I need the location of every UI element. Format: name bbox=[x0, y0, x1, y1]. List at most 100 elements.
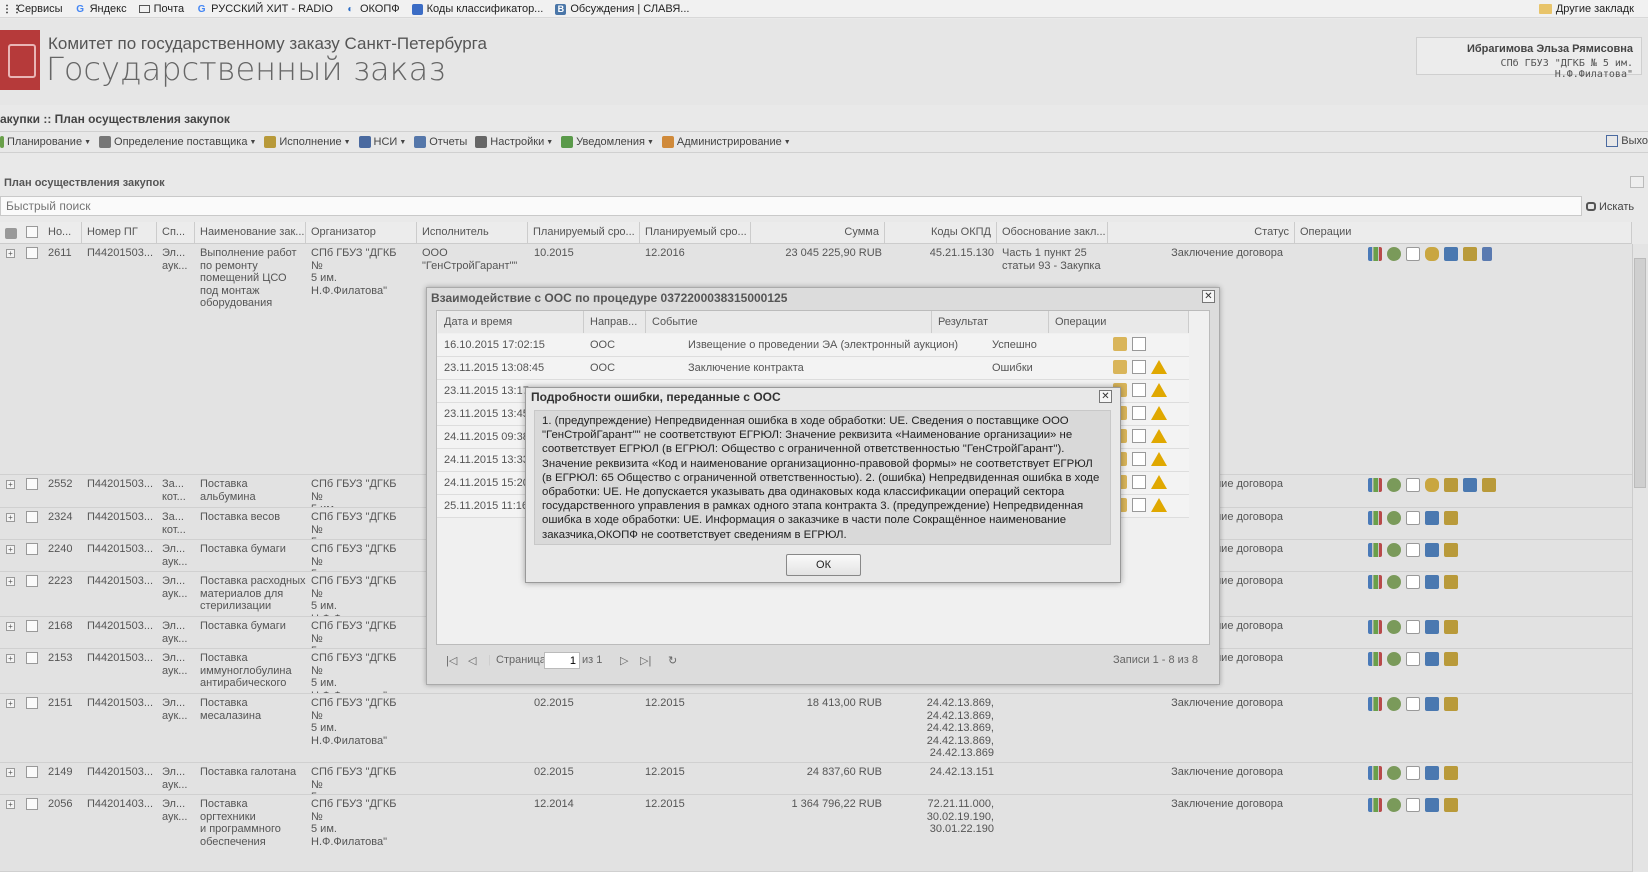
menu-item[interactable]: Планирование ▼ bbox=[0, 132, 91, 152]
scrollbar-thumb[interactable] bbox=[1634, 258, 1646, 488]
save-icon[interactable] bbox=[1425, 766, 1439, 780]
table-row[interactable]: +2151 П44201503... Эл... аук... Поставка ме… bbox=[0, 694, 1632, 763]
row-checkbox[interactable] bbox=[26, 511, 38, 523]
settings-icon[interactable] bbox=[1387, 766, 1401, 780]
expand-icon[interactable]: + bbox=[6, 768, 15, 777]
book-icon[interactable] bbox=[1444, 652, 1458, 666]
row-checkbox[interactable] bbox=[26, 543, 38, 555]
column-header[interactable]: Коды ОКПД bbox=[885, 222, 997, 244]
settings-icon[interactable] bbox=[1387, 620, 1401, 634]
document-icon[interactable] bbox=[1406, 543, 1420, 557]
chart-icon[interactable] bbox=[1368, 247, 1382, 261]
column-header[interactable]: Операции bbox=[1295, 222, 1632, 244]
menu-item[interactable]: Настройки ▼ bbox=[475, 132, 553, 152]
settings-icon[interactable] bbox=[1387, 511, 1401, 525]
document-icon[interactable] bbox=[1406, 511, 1420, 525]
user-info[interactable]: Ибрагимова Эльза Рямисовна СПб ГБУЗ "ДГК… bbox=[1416, 37, 1642, 80]
document-icon[interactable] bbox=[1132, 406, 1146, 420]
dialog-column-header[interactable]: Направ... bbox=[584, 311, 646, 333]
quick-search-input[interactable] bbox=[0, 196, 1582, 216]
warning-icon[interactable] bbox=[1151, 475, 1167, 489]
expand-icon[interactable]: + bbox=[6, 249, 15, 258]
document-icon[interactable] bbox=[1406, 697, 1420, 711]
bookmark-item[interactable]: Коды классификатор... bbox=[411, 0, 543, 18]
document-icon[interactable] bbox=[1132, 429, 1146, 443]
row-checkbox[interactable] bbox=[26, 697, 38, 709]
table-row[interactable]: +2056 П44201403... Эл... аук... Поставка ор… bbox=[0, 795, 1632, 872]
menu-item[interactable]: НСИ ▼ bbox=[358, 132, 406, 152]
document-icon[interactable] bbox=[1132, 452, 1146, 466]
prev-page-icon[interactable]: ◁ bbox=[468, 654, 476, 667]
document-icon[interactable] bbox=[1406, 478, 1420, 492]
filter-clear-icon[interactable] bbox=[5, 228, 17, 239]
chart-icon[interactable] bbox=[1368, 652, 1382, 666]
save-icon[interactable] bbox=[1444, 247, 1458, 261]
column-header[interactable]: Наименование зак... bbox=[195, 222, 306, 244]
bookmark-item[interactable]: B Обсуждения | СЛАВЯ... bbox=[555, 0, 689, 18]
dialog-column-header[interactable]: Результат bbox=[932, 311, 1049, 333]
chart-icon[interactable] bbox=[1368, 575, 1382, 589]
column-header[interactable]: Статус bbox=[1108, 222, 1295, 244]
settings-icon[interactable] bbox=[1387, 575, 1401, 589]
select-all-checkbox[interactable] bbox=[26, 226, 38, 238]
row-checkbox[interactable] bbox=[26, 620, 38, 632]
other-bookmarks[interactable]: Другие закладк bbox=[1538, 0, 1634, 18]
save-icon[interactable] bbox=[1463, 478, 1477, 492]
expand-icon[interactable]: + bbox=[6, 513, 15, 522]
expand-icon[interactable]: + bbox=[6, 800, 15, 809]
table-row[interactable]: +2149 П44201503... Эл... аук... Поставка га… bbox=[0, 763, 1632, 795]
barcode-icon[interactable] bbox=[1482, 247, 1492, 261]
ok-button[interactable]: ОК bbox=[786, 554, 861, 576]
dialog-column-header[interactable]: Событие bbox=[646, 311, 932, 333]
row-checkbox[interactable] bbox=[26, 798, 38, 810]
chart-icon[interactable] bbox=[1368, 511, 1382, 525]
refresh-icon[interactable] bbox=[1630, 176, 1644, 188]
save-icon[interactable] bbox=[1425, 575, 1439, 589]
close-icon[interactable]: ✕ bbox=[1099, 390, 1112, 403]
settings-icon[interactable] bbox=[1387, 247, 1401, 261]
row-checkbox[interactable] bbox=[26, 575, 38, 587]
expand-icon[interactable]: + bbox=[6, 699, 15, 708]
dialog-column-header[interactable]: Дата и время bbox=[438, 311, 584, 333]
warning-icon[interactable] bbox=[1151, 452, 1167, 466]
column-header[interactable]: Сумма bbox=[751, 222, 885, 244]
refresh-icon[interactable]: ↻ bbox=[668, 654, 677, 667]
first-page-icon[interactable]: |◁ bbox=[446, 654, 457, 667]
chart-icon[interactable] bbox=[1368, 620, 1382, 634]
row-checkbox[interactable] bbox=[26, 247, 38, 259]
bookmark-item[interactable]: G Яндекс bbox=[75, 0, 126, 18]
save-icon[interactable] bbox=[1425, 511, 1439, 525]
chart-icon[interactable] bbox=[1368, 478, 1382, 492]
chart-icon[interactable] bbox=[1368, 697, 1382, 711]
save-icon[interactable] bbox=[1425, 798, 1439, 812]
row-checkbox[interactable] bbox=[26, 766, 38, 778]
column-header[interactable]: Исполнитель bbox=[417, 222, 528, 244]
book-icon[interactable] bbox=[1444, 543, 1458, 557]
warning-icon[interactable] bbox=[1151, 429, 1167, 443]
book-icon[interactable] bbox=[1444, 766, 1458, 780]
document-icon[interactable] bbox=[1132, 360, 1146, 374]
book-icon[interactable] bbox=[1444, 798, 1458, 812]
document-icon[interactable] bbox=[1132, 337, 1146, 351]
settings-icon[interactable] bbox=[1387, 652, 1401, 666]
expand-icon[interactable]: + bbox=[6, 480, 15, 489]
document-icon[interactable] bbox=[1406, 798, 1420, 812]
chart-icon[interactable] bbox=[1368, 798, 1382, 812]
document-icon[interactable] bbox=[1406, 620, 1420, 634]
bookmark-item[interactable]: G РУССКИЙ ХИТ - RADIO bbox=[196, 0, 333, 18]
document-icon[interactable] bbox=[1406, 766, 1420, 780]
event-row[interactable]: 16.10.2015 17:02:15 ООС Извещение о провед… bbox=[437, 334, 1189, 357]
document-icon[interactable] bbox=[1132, 383, 1146, 397]
expand-icon[interactable]: + bbox=[6, 545, 15, 554]
save-icon[interactable] bbox=[1425, 697, 1439, 711]
save-icon[interactable] bbox=[1425, 652, 1439, 666]
settings-icon[interactable] bbox=[1387, 697, 1401, 711]
save-icon[interactable] bbox=[1425, 620, 1439, 634]
document-icon[interactable] bbox=[1132, 498, 1146, 512]
column-header[interactable]: Планируемый сро... bbox=[528, 222, 640, 244]
chart-icon[interactable] bbox=[1368, 766, 1382, 780]
exit-button[interactable]: Выхо bbox=[1606, 131, 1648, 151]
warning-icon[interactable] bbox=[1151, 498, 1167, 512]
menu-item[interactable]: Администрирование ▼ bbox=[661, 132, 791, 152]
page-number-input[interactable] bbox=[544, 652, 580, 669]
